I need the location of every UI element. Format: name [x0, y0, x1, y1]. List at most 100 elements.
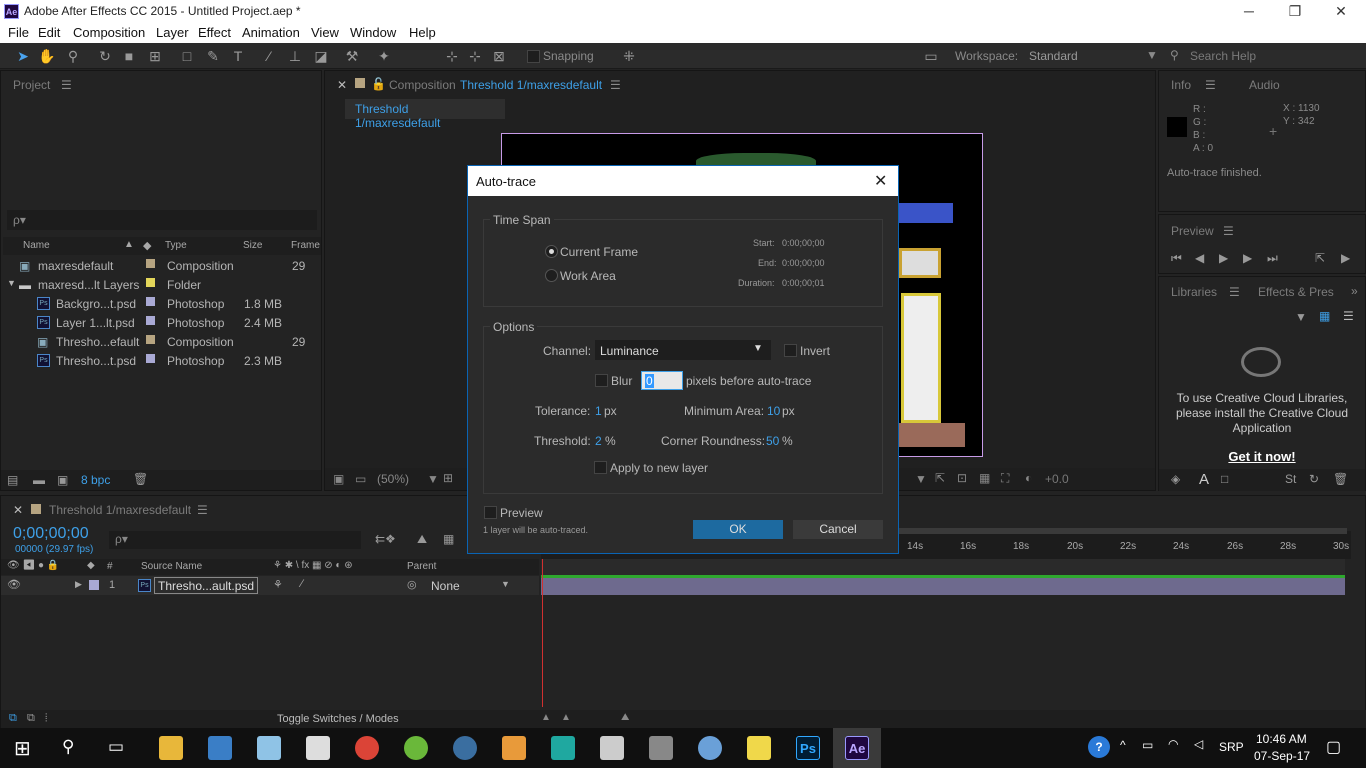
sticky-notes-icon[interactable] — [747, 736, 771, 760]
transfer-controls-icon[interactable]: ⧉ — [27, 712, 35, 725]
new-folder-icon[interactable]: ▬ — [33, 473, 45, 487]
workspace-chevron-icon[interactable]: ▼ — [1146, 48, 1158, 62]
notifications-icon[interactable]: ▢ — [1326, 737, 1341, 757]
comp-subtab[interactable]: Threshold 1/maxresdefault — [345, 99, 505, 130]
panel-menu-icon[interactable]: ☰ — [1205, 78, 1216, 92]
list-view-icon[interactable]: ☰ — [1343, 309, 1354, 323]
app-icon[interactable] — [551, 736, 575, 760]
project-item[interactable]: Ps Backgro...t.psd Photoshop 1.8 MB — [3, 294, 305, 313]
always-preview-icon[interactable]: ▣ — [333, 472, 344, 486]
col-size[interactable]: Size — [243, 240, 262, 251]
col-name[interactable]: Name — [23, 240, 50, 251]
visibility-icon[interactable]: 👁 — [7, 578, 21, 591]
axis-local-icon[interactable]: ⊹ — [443, 47, 461, 65]
search-help-input[interactable]: Search Help — [1190, 49, 1256, 63]
menu-file[interactable]: File — [8, 25, 29, 40]
chevron-down-icon[interactable]: ▼ — [915, 472, 927, 486]
help-icon[interactable]: ? — [1088, 736, 1110, 758]
panel-menu-icon[interactable]: ☰ — [197, 503, 208, 517]
utorrent-icon[interactable] — [404, 736, 428, 760]
exposure-value[interactable]: +0.0 — [1045, 472, 1069, 486]
clock-date[interactable]: 07-Sep-17 — [1254, 749, 1310, 763]
add-color-icon[interactable]: □ — [1221, 472, 1228, 486]
corner-roundness-value[interactable]: 50 — [766, 434, 779, 448]
axis-view-icon[interactable]: ⊠ — [490, 47, 508, 65]
library-chevron-icon[interactable]: ▼ — [1295, 310, 1307, 324]
timeline-tab[interactable]: Threshold 1/maxresdefault — [49, 503, 191, 517]
photoshop-icon[interactable]: Ps — [796, 736, 820, 760]
channel-select[interactable]: Luminance ▼ — [595, 340, 771, 360]
windows-start-icon[interactable]: ⊞ — [14, 736, 31, 761]
draft-3d-icon[interactable]: ❖ — [385, 532, 396, 546]
blur-checkbox[interactable] — [595, 374, 608, 387]
workspace-icon[interactable]: ▭ — [922, 47, 940, 65]
app-icon[interactable] — [649, 736, 673, 760]
layer-row[interactable]: 👁 ▶ 1 Ps Thresho...ault.psd ⚘ ∕ ◎ None ▼ — [1, 576, 539, 595]
cancel-button[interactable]: Cancel — [793, 520, 883, 539]
label-swatch[interactable] — [146, 278, 155, 287]
first-frame-icon[interactable]: ⏮ — [1171, 251, 1182, 266]
project-item[interactable]: ▼ ▬ maxresd...lt Layers Folder — [3, 275, 305, 294]
menu-composition[interactable]: Composition — [73, 25, 145, 40]
close-tab-icon[interactable]: ✕ — [337, 78, 347, 92]
preview-tab[interactable]: Preview — [1171, 224, 1214, 238]
layer-duration-bar[interactable] — [541, 578, 1345, 595]
puppet-pin-tool-icon[interactable]: ✦ — [375, 47, 393, 65]
new-comp-icon[interactable]: ▣ — [57, 473, 68, 487]
brush-tool-icon[interactable]: ⁄ — [260, 47, 278, 65]
close-window-button[interactable]: ✕ — [1318, 2, 1364, 21]
tools-app-icon[interactable] — [600, 736, 624, 760]
expand-triangle-icon[interactable]: ▼ — [7, 278, 16, 288]
snapping-checkbox[interactable] — [527, 50, 540, 63]
invert-checkbox[interactable] — [784, 344, 797, 357]
trash-icon[interactable]: 🗑 — [133, 472, 148, 486]
ok-button[interactable]: OK — [693, 520, 783, 539]
comp-flowchart-icon[interactable]: ⇇ — [375, 532, 385, 546]
label-swatch[interactable] — [146, 335, 155, 344]
min-area-value[interactable]: 10 — [767, 404, 780, 418]
restore-button[interactable]: ❐ — [1272, 2, 1318, 21]
workspace-select[interactable]: Standard — [1029, 49, 1078, 63]
next-frame-icon[interactable]: ▶ — [1243, 251, 1252, 265]
add-graphic-icon[interactable]: ◈ — [1171, 472, 1180, 486]
panel-menu-icon[interactable]: ☰ — [610, 78, 621, 92]
zoom-chevron-icon[interactable]: ▼ — [427, 472, 439, 486]
col-source-name[interactable]: Source Name — [141, 561, 202, 572]
ram-preview-icon[interactable]: ▶ — [1341, 251, 1350, 265]
zoom-out-icon[interactable]: ▲ — [541, 712, 551, 723]
add-text-icon[interactable]: A — [1199, 471, 1209, 488]
bpc-button[interactable]: 8 bpc — [81, 473, 110, 487]
pan-behind-tool-icon[interactable]: ⊞ — [146, 47, 164, 65]
loop-icon[interactable]: ⇱ — [1315, 251, 1325, 265]
dialog-close-icon[interactable]: ✕ — [874, 171, 887, 191]
audio-tab[interactable]: Audio — [1249, 78, 1280, 92]
project-item[interactable]: Ps Layer 1...lt.psd Photoshop 2.4 MB — [3, 313, 305, 332]
selection-tool-icon[interactable]: ➤ — [14, 47, 32, 65]
snap-options-icon[interactable]: ⁜ — [620, 47, 638, 65]
label-swatch[interactable] — [146, 316, 155, 325]
calculator-icon[interactable] — [306, 736, 330, 760]
get-it-now-link[interactable]: Get it now! — [1159, 449, 1365, 464]
threshold-value[interactable]: 2 — [595, 434, 602, 448]
tray-chevron-icon[interactable]: ^ — [1120, 738, 1126, 752]
menu-help[interactable]: Help — [409, 25, 436, 40]
trash-icon[interactable]: 🗑 — [1333, 472, 1348, 486]
grid-view-icon[interactable]: ▦ — [1319, 309, 1330, 323]
obs-icon[interactable] — [453, 736, 477, 760]
menu-layer[interactable]: Layer — [156, 25, 189, 40]
preview-checkbox[interactable] — [484, 506, 497, 519]
rectangle-tool-icon[interactable]: □ — [178, 47, 196, 65]
exposure-icon[interactable]: ◐ — [1025, 471, 1032, 485]
sync-icon[interactable]: ↻ — [1309, 472, 1319, 486]
view-options-icon[interactable]: ⇱ — [935, 471, 945, 485]
col-type[interactable]: Type — [165, 240, 187, 251]
invert-label[interactable]: Invert — [800, 344, 830, 358]
hand-tool-icon[interactable]: ✋ — [38, 47, 56, 65]
composition-tab-name[interactable]: Threshold 1/maxresdefault — [460, 78, 602, 92]
camera-tool-icon[interactable]: ■ — [120, 47, 138, 65]
col-frame[interactable]: Frame — [291, 240, 320, 251]
clone-stamp-tool-icon[interactable]: ⊥ — [286, 47, 304, 65]
work-area-radio[interactable] — [545, 269, 558, 282]
eraser-tool-icon[interactable]: ◪ — [312, 47, 330, 65]
timecode-display[interactable]: 0;00;00;00 — [13, 525, 89, 543]
